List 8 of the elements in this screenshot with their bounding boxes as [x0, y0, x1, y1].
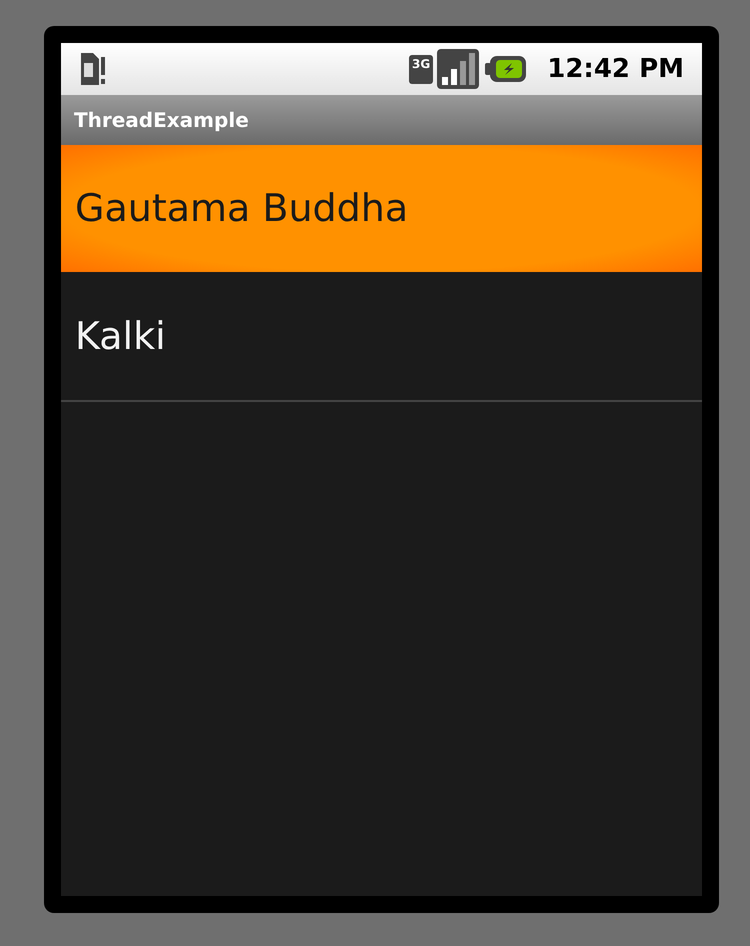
signal-strength-icon: [437, 49, 480, 89]
list-item[interactable]: Gautama Buddha: [61, 145, 702, 272]
network-type-icon: 3G: [409, 54, 434, 84]
sim-card-alert-icon: [79, 51, 107, 87]
battery-charging-icon: [485, 55, 528, 83]
clock-time: 12:42 PM: [547, 52, 684, 86]
app-title: ThreadExample: [74, 107, 249, 134]
list-item[interactable]: Kalki: [61, 272, 702, 402]
